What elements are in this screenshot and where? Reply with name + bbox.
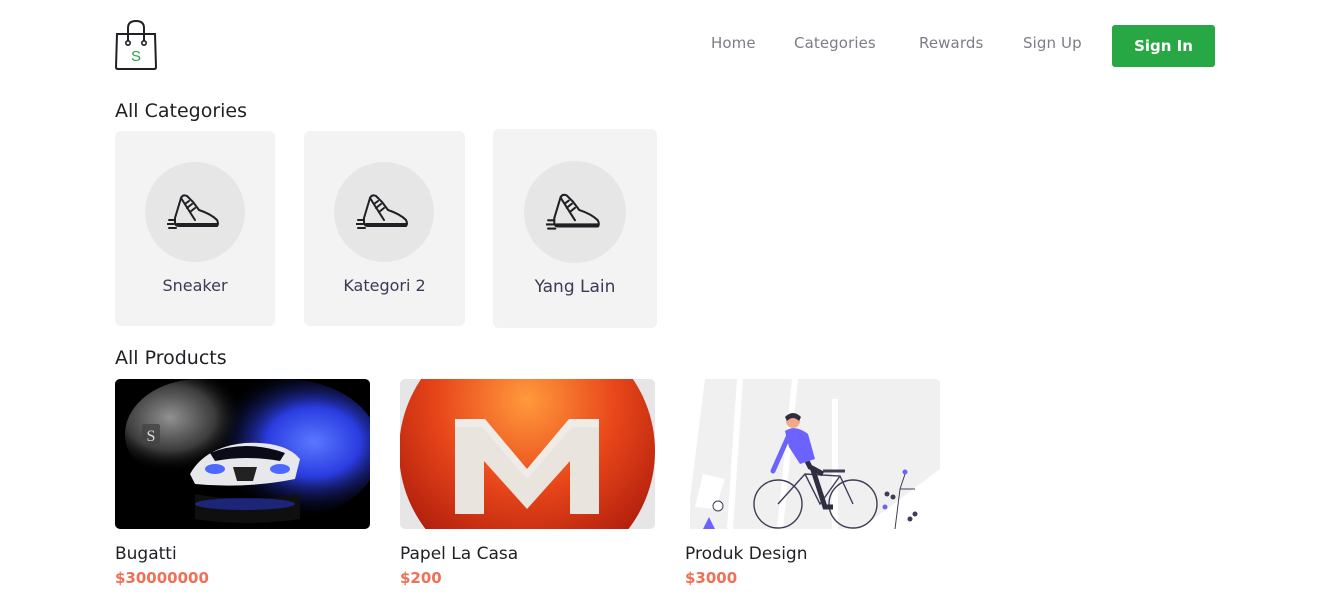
category-card-kategori-2[interactable]: Kategori 2 xyxy=(304,131,465,326)
categories-title: All Categories xyxy=(115,100,248,122)
nav-sign-up[interactable]: Sign Up xyxy=(1023,34,1082,52)
product-name[interactable]: Papel La Casa xyxy=(400,544,518,564)
cyclist-illustration-image[interactable] xyxy=(685,379,940,529)
sneaker-icon xyxy=(546,193,600,230)
category-label: Yang Lain xyxy=(534,277,616,297)
category-icon-circle xyxy=(524,161,626,263)
product-card-bugatti[interactable]: S Bugatti $30000000 xyxy=(115,379,371,587)
shopping-bag-icon: S xyxy=(114,19,158,70)
sneaker-icon xyxy=(167,194,219,229)
bugatti-car-image[interactable]: S xyxy=(115,379,370,529)
product-price: $200 xyxy=(400,569,442,587)
sneaker-icon xyxy=(356,194,408,229)
mega-logo-image[interactable] xyxy=(400,379,655,529)
svg-text:S: S xyxy=(147,428,156,445)
category-label: Kategori 2 xyxy=(343,276,426,295)
product-price: $3000 xyxy=(685,569,738,587)
nav-home[interactable]: Home xyxy=(711,34,756,52)
category-card-yang-lain[interactable]: Yang Lain xyxy=(493,129,657,328)
product-card-papel-la-casa[interactable]: Papel La Casa $200 xyxy=(400,379,656,587)
header: S Home Categories Rewards Sign Up Sign I… xyxy=(0,0,1330,90)
product-card-produk-design[interactable]: Produk Design $3000 xyxy=(685,379,941,587)
category-card-sneaker[interactable]: Sneaker xyxy=(115,131,275,326)
nav-categories[interactable]: Categories xyxy=(794,34,876,52)
category-icon-circle xyxy=(145,162,245,262)
product-name[interactable]: Bugatti xyxy=(115,544,177,564)
product-price: $30000000 xyxy=(115,569,209,587)
products-title: All Products xyxy=(115,347,227,369)
category-label: Sneaker xyxy=(162,276,228,295)
category-icon-circle xyxy=(334,162,434,262)
logo-letter: S xyxy=(131,48,141,65)
product-name[interactable]: Produk Design xyxy=(685,544,807,564)
nav-rewards[interactable]: Rewards xyxy=(919,34,983,52)
sign-in-button[interactable]: Sign In xyxy=(1112,25,1215,67)
logo[interactable]: S xyxy=(114,19,158,71)
